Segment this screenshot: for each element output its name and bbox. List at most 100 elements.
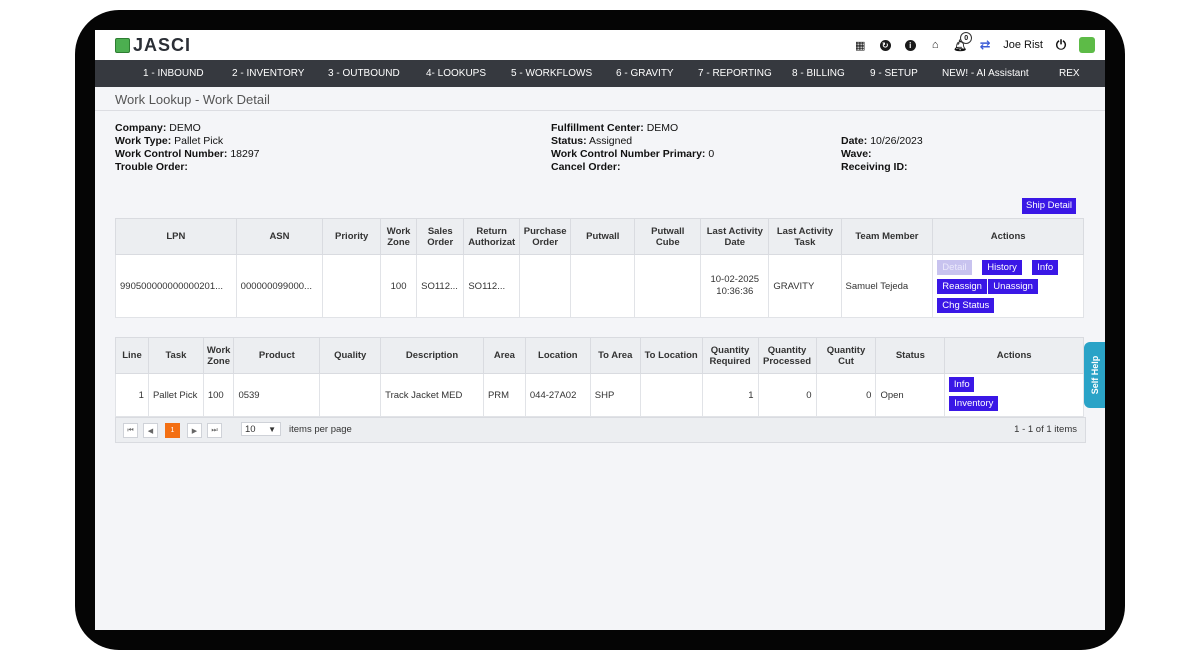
col-area[interactable]: Area [482, 337, 526, 374]
info-button[interactable]: Info [1032, 260, 1059, 275]
line-table-header: Line Task Work Zone Product Quality Desc… [115, 337, 1084, 374]
nav-inventory[interactable]: 2 - INVENTORY [232, 68, 304, 79]
cell-to-location [639, 373, 703, 417]
switch-icon[interactable]: ⇄ [978, 37, 992, 52]
col-location[interactable]: Location [524, 337, 591, 374]
history-button[interactable]: History [982, 260, 1022, 275]
top-bar: JASCI ▦ ↻ i ⌂ 🔔︎ 0 ⇄ Joe Rist ⏻ [95, 30, 1105, 60]
table-row: 990500000000000201... 000000099000... 10… [115, 254, 1084, 318]
refresh-icon[interactable]: ↻ [878, 38, 892, 52]
next-page-icon[interactable]: ▶ [187, 423, 202, 438]
last-activity-time: 10:36:36 [716, 286, 754, 297]
info-button[interactable]: Info [949, 377, 975, 392]
logo-icon [115, 37, 130, 53]
cell-quantity-cut: 0 [815, 373, 877, 417]
nav-lookups[interactable]: 4- LOOKUPS [426, 68, 486, 79]
col-product[interactable]: Product [233, 337, 321, 374]
cell-purchase-order [518, 254, 572, 318]
col-to-area[interactable]: To Area [589, 337, 641, 374]
col-description[interactable]: Description [380, 337, 484, 374]
status-field: Status: Assigned [551, 135, 633, 147]
col-return-authorization[interactable]: Return Authorizat [463, 218, 520, 255]
col-actions: Actions [932, 218, 1084, 255]
col-lpn[interactable]: LPN [115, 218, 237, 255]
cell-description: Track Jacket MED [380, 373, 484, 417]
chg-status-button[interactable]: Chg Status [937, 298, 995, 313]
col-priority[interactable]: Priority [322, 218, 382, 255]
col-work-zone[interactable]: Work Zone [380, 218, 418, 255]
info-column-middle: Fulfillment Center: DEMO Status: Assigne… [551, 122, 714, 174]
col-line[interactable]: Line [115, 337, 149, 374]
table-row: 1 Pallet Pick 100 0539 Track Jacket MED … [115, 373, 1084, 417]
self-help-label: Self Help [1089, 355, 1100, 395]
info-column-right: Date: 10/26/2023 Wave: Receiving ID: [841, 135, 923, 174]
reassign-button[interactable]: Reassign [937, 279, 987, 294]
col-sales-order[interactable]: Sales Order [416, 218, 465, 255]
fulfillment-center-field: Fulfillment Center: DEMO [551, 122, 679, 134]
ship-detail-button[interactable]: Ship Detail [1022, 198, 1076, 214]
col-work-zone[interactable]: Work Zone [202, 337, 235, 374]
cell-team-member: Samuel Tejeda [840, 254, 934, 318]
user-name[interactable]: Joe Rist [1003, 39, 1043, 51]
notification-count: 0 [960, 32, 973, 44]
col-putwall-cube[interactable]: Putwall Cube [634, 218, 702, 255]
nav-workflows[interactable]: 5 - WORKFLOWS [511, 68, 592, 79]
chevron-down-icon: ▼ [268, 425, 276, 434]
nav-rex[interactable]: REX [1059, 68, 1080, 79]
cell-product: 0539 [233, 373, 321, 417]
nav-ai-assistant[interactable]: NEW! - AI Assistant [942, 68, 1029, 79]
col-purchase-order[interactable]: Purchase Order [518, 218, 572, 255]
cell-location: 044-27A02 [524, 373, 591, 417]
nav-inbound[interactable]: 1 - INBOUND [143, 68, 204, 79]
cell-actions: Detail History Info Reassign Unassign Ch… [932, 254, 1084, 318]
col-status[interactable]: Status [875, 337, 946, 374]
dashboard-icon[interactable]: ▦ [853, 38, 867, 52]
col-last-activity-date[interactable]: Last Activity Date [700, 218, 770, 255]
nav-gravity[interactable]: 6 - GRAVITY [616, 68, 674, 79]
cell-last-activity-date: 10-02-2025 10:36:36 [700, 254, 770, 318]
col-asn[interactable]: ASN [235, 218, 324, 255]
work-type-field: Work Type: Pallet Pick [115, 135, 224, 147]
home-icon[interactable]: ⌂ [928, 38, 942, 52]
col-last-activity-task[interactable]: Last Activity Task [768, 218, 842, 255]
nav-billing[interactable]: 8 - BILLING [792, 68, 845, 79]
col-task[interactable]: Task [147, 337, 204, 374]
power-icon[interactable]: ⏻ [1054, 37, 1068, 52]
unassign-button[interactable]: Unassign [988, 279, 1038, 294]
nav-setup[interactable]: 9 - SETUP [870, 68, 918, 79]
col-team-member[interactable]: Team Member [840, 218, 934, 255]
first-page-icon[interactable]: ⏮ [123, 423, 138, 438]
page-number-current[interactable]: 1 [165, 423, 180, 438]
work-control-number-field: Work Control Number: 18297 [115, 148, 260, 160]
cell-line: 1 [115, 373, 149, 417]
detail-button[interactable]: Detail [937, 260, 972, 275]
items-per-page-label: items per page [289, 424, 352, 435]
bell-icon[interactable]: 🔔︎ 0 [953, 32, 973, 52]
last-page-icon[interactable]: ⏭ [207, 423, 222, 438]
page-size-select[interactable]: 10 ▼ [241, 422, 281, 436]
header-tools: ▦ ↻ i ⌂ 🔔︎ 0 ⇄ Joe Rist ⏻ [853, 32, 1095, 56]
prev-page-icon[interactable]: ◀ [143, 423, 158, 438]
pager: ⏮ ◀ 1 ▶ ⏭ 10 ▼ items per page 1 - 1 of 1… [115, 417, 1086, 443]
nav-reporting[interactable]: 7 - REPORTING [698, 68, 772, 79]
cell-priority [322, 254, 382, 318]
col-quantity-processed[interactable]: Quantity Processed [757, 337, 817, 374]
work-table: LPN ASN Priority Work Zone Sales Order R… [115, 218, 1084, 318]
cell-status: Open [875, 373, 946, 417]
cell-quantity-processed: 0 [757, 373, 817, 417]
col-putwall[interactable]: Putwall [570, 218, 636, 255]
cell-area: PRM [482, 373, 526, 417]
nav-outbound[interactable]: 3 - OUTBOUND [328, 68, 400, 79]
date-field: Date: 10/26/2023 [841, 135, 923, 147]
self-help-tab[interactable]: Self Help [1084, 342, 1105, 408]
app-logo[interactable]: JASCI [115, 35, 191, 55]
wave-field: Wave: [841, 148, 872, 160]
col-quantity-cut[interactable]: Quantity Cut [815, 337, 877, 374]
info-icon[interactable]: i [903, 38, 917, 52]
inventory-button[interactable]: Inventory [949, 396, 999, 411]
col-to-location[interactable]: To Location [639, 337, 703, 374]
wcn-primary-field: Work Control Number Primary: 0 [551, 148, 715, 160]
app-switcher-icon[interactable] [1079, 37, 1095, 53]
col-quality[interactable]: Quality [319, 337, 382, 374]
col-quantity-required[interactable]: Quantity Required [701, 337, 759, 374]
